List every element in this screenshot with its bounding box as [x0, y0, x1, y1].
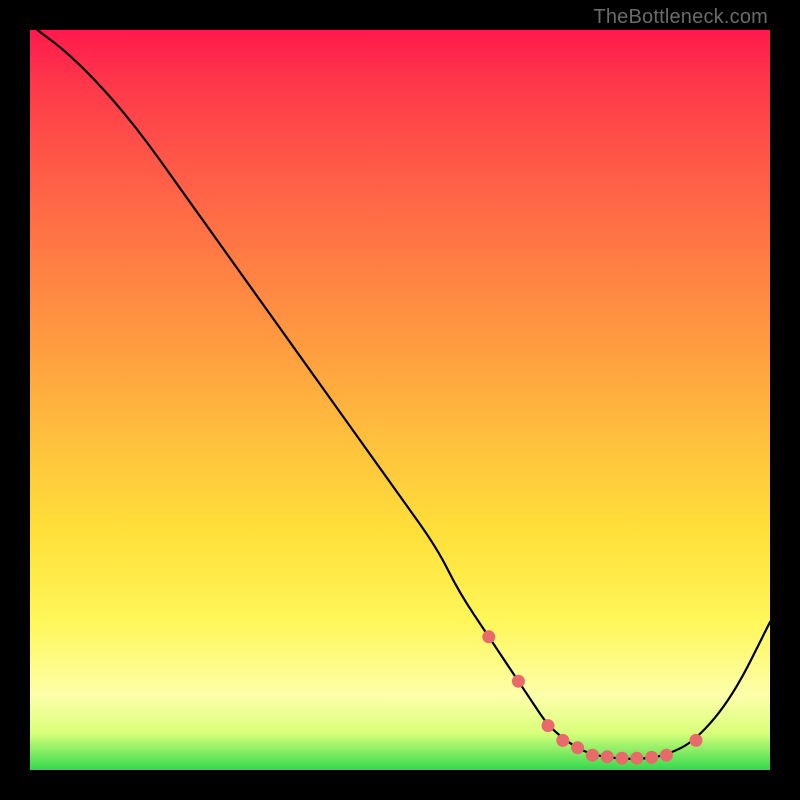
chart-frame: TheBottleneck.com — [0, 0, 800, 800]
chart-background-gradient — [30, 30, 770, 770]
watermark-text: TheBottleneck.com — [593, 6, 768, 29]
